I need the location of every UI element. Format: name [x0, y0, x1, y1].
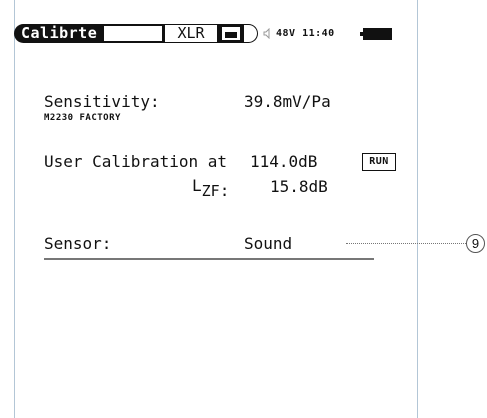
lzf-subscript: ZF	[201, 182, 220, 200]
sensor-label: Sensor:	[44, 234, 112, 253]
sensor-value[interactable]: Sound	[244, 234, 292, 253]
run-button[interactable]: RUN	[362, 153, 396, 171]
speaker-icon	[263, 28, 270, 39]
lzf-label: LZF:	[192, 176, 229, 200]
battery-icon	[360, 28, 392, 40]
sensitivity-source: M2230 FACTORY	[44, 113, 121, 123]
lzf-colon: :	[219, 181, 230, 200]
instrument-screen	[14, 0, 418, 418]
sensor-underline	[44, 258, 374, 260]
sensitivity-label: Sensitivity:	[44, 92, 160, 111]
lzf-value: 15.8dB	[270, 177, 328, 196]
memory-icon[interactable]	[218, 24, 244, 43]
tab-end-cap	[244, 24, 258, 43]
user-calibration-label: User Calibration at	[44, 152, 228, 171]
callout-leader-line	[346, 243, 466, 244]
mode-tab[interactable]: Calibrte	[14, 24, 164, 43]
mode-tab-blank	[104, 26, 162, 41]
lzf-prefix: L	[192, 176, 202, 195]
status-bar: Calibrte XLR 48V 11:40	[14, 24, 392, 43]
input-xlr-button[interactable]: XLR	[164, 24, 218, 43]
mode-label: Calibrte	[21, 24, 98, 42]
user-calibration-value: 114.0dB	[250, 152, 318, 171]
sensitivity-value: 39.8mV/Pa	[244, 92, 331, 111]
callout-number: 9	[466, 234, 485, 253]
phantom-power-time: 48V 11:40	[276, 28, 335, 39]
